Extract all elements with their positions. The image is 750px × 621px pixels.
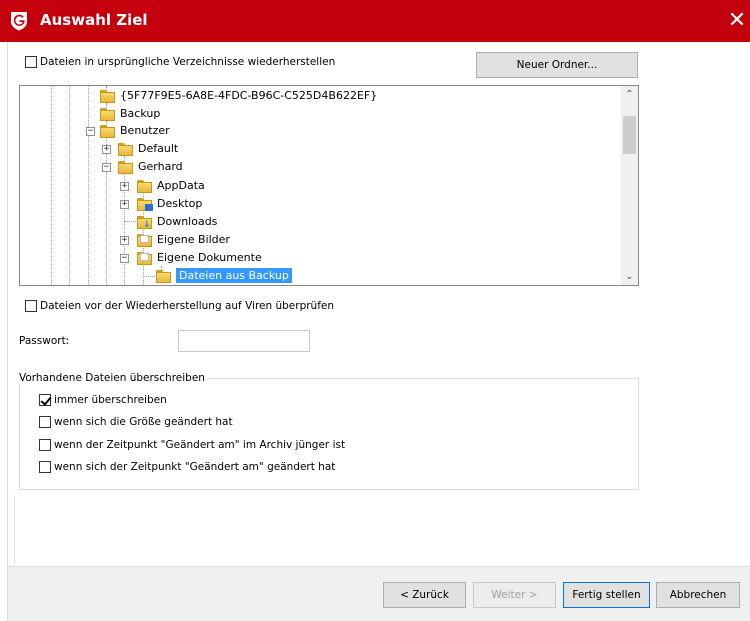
overwrite-option-newer[interactable]: wenn der Zeitpunkt "Geändert am" im Arch… (39, 439, 345, 451)
tree-item-label: Dateien aus Backup (176, 268, 292, 283)
tree-item-label: Downloads (157, 215, 218, 228)
tree-item-label: Eigene Dokumente (157, 251, 262, 264)
overwrite-option-size[interactable]: wenn sich die Größe geändert hat (39, 416, 233, 428)
overwrite-size-checkbox[interactable] (39, 416, 51, 428)
title-bar: Auswahl Ziel ✕ (0, 0, 750, 42)
overwrite-changed-checkbox[interactable] (39, 461, 51, 473)
tree-line (69, 86, 70, 285)
tree-item[interactable]: AppData (137, 177, 205, 195)
window-border (7, 42, 8, 621)
tree-item[interactable]: Eigene Dokumente (137, 249, 262, 267)
downloads-folder-icon: ↓ (137, 215, 153, 229)
scroll-up-icon[interactable]: ⌃ (621, 86, 638, 103)
overwrite-option-label: wenn sich die Größe geändert hat (54, 416, 233, 428)
restore-original-dirs-checkbox[interactable] (25, 56, 37, 68)
tree-item[interactable]: Backup (100, 105, 160, 123)
overwrite-option-label: immer überschreiben (54, 394, 167, 406)
tree-item-label: Benutzer (120, 124, 170, 137)
cancel-button[interactable]: Abbrechen (656, 582, 740, 608)
tree-line (51, 86, 52, 285)
tree-item-label: Desktop (157, 197, 203, 210)
window-border (14, 495, 15, 565)
password-label: Passwort: (19, 335, 70, 347)
scroll-down-icon[interactable]: ⌄ (621, 268, 638, 285)
tree-line (124, 221, 136, 222)
finish-button[interactable]: Fertig stellen (563, 582, 650, 608)
virus-check-label: Dateien vor der Wiederherstellung auf Vi… (40, 300, 335, 312)
tree-line (143, 276, 155, 277)
tree-line (106, 132, 107, 285)
expand-toggle[interactable]: + (120, 200, 129, 209)
tree-scrollbar[interactable]: ⌃ ⌄ (621, 86, 638, 285)
restore-original-dirs-option[interactable]: Dateien in ursprüngliche Verzeichnisse w… (25, 56, 335, 68)
tree-item-label: AppData (157, 179, 205, 192)
folder-icon (100, 124, 116, 138)
folder-icon (137, 179, 153, 193)
overwrite-group-legend: Vorhandene Dateien überschreiben (19, 372, 208, 384)
overwrite-option-changed[interactable]: wenn sich der Zeitpunkt "Geändert am" ge… (39, 461, 335, 473)
collapse-toggle[interactable]: − (120, 254, 129, 263)
restore-original-dirs-label: Dateien in ursprüngliche Verzeichnisse w… (40, 56, 336, 68)
tree-item[interactable]: Desktop (137, 195, 202, 213)
tree-item[interactable]: Gerhard (118, 158, 183, 176)
tree-item[interactable]: {5F77F9E5-6A8E-4FDC-B96C-C525D4B622EF} (100, 87, 377, 105)
tree-item[interactable]: Benutzer (100, 122, 170, 140)
tree-item-selected[interactable]: Dateien aus Backup (156, 267, 292, 285)
virus-check-checkbox[interactable] (25, 300, 37, 312)
collapse-toggle[interactable]: − (86, 127, 95, 136)
tree-item-label: Eigene Bilder (157, 233, 230, 246)
folder-icon (100, 89, 116, 103)
folder-icon (118, 142, 134, 156)
virus-check-option[interactable]: Dateien vor der Wiederherstellung auf Vi… (25, 300, 334, 312)
pictures-folder-icon (137, 233, 153, 247)
overwrite-option-always[interactable]: immer überschreiben (39, 394, 167, 406)
next-button[interactable]: Weiter > (473, 582, 556, 608)
window-title: Auswahl Ziel (40, 11, 148, 29)
desktop-folder-icon (137, 197, 153, 211)
tree-item[interactable]: Default (118, 140, 178, 158)
overwrite-option-label: wenn der Zeitpunkt "Geändert am" im Arch… (54, 439, 346, 451)
folder-icon (156, 269, 172, 283)
scrollbar-thumb[interactable] (623, 116, 636, 154)
tree-item[interactable]: Eigene Bilder (137, 231, 230, 249)
overwrite-always-checkbox[interactable] (39, 394, 51, 406)
overwrite-option-label: wenn sich der Zeitpunkt "Geändert am" ge… (54, 461, 336, 473)
new-folder-button[interactable]: Neuer Ordner... (476, 52, 638, 78)
close-button[interactable]: ✕ (724, 0, 750, 42)
expand-toggle[interactable]: + (120, 236, 129, 245)
back-button[interactable]: < Zurück (383, 582, 466, 608)
expand-toggle[interactable]: + (102, 145, 111, 154)
gdata-logo-icon (11, 12, 27, 31)
tree-item-label: Gerhard (138, 160, 183, 173)
tree-item-label: Backup (120, 107, 161, 120)
overwrite-newer-checkbox[interactable] (39, 439, 51, 451)
tree-item[interactable]: ↓ Downloads (137, 213, 217, 231)
folder-icon (100, 107, 116, 121)
tree-item-label: Default (138, 142, 179, 155)
documents-folder-icon (137, 251, 153, 265)
collapse-toggle[interactable]: − (102, 163, 111, 172)
folder-icon (118, 160, 134, 174)
folder-tree[interactable]: {5F77F9E5-6A8E-4FDC-B96C-C525D4B622EF} B… (19, 85, 639, 286)
tree-line (88, 86, 89, 285)
password-input[interactable] (178, 330, 310, 352)
expand-toggle[interactable]: + (120, 182, 129, 191)
tree-item-label: {5F77F9E5-6A8E-4FDC-B96C-C525D4B622EF} (120, 89, 378, 102)
